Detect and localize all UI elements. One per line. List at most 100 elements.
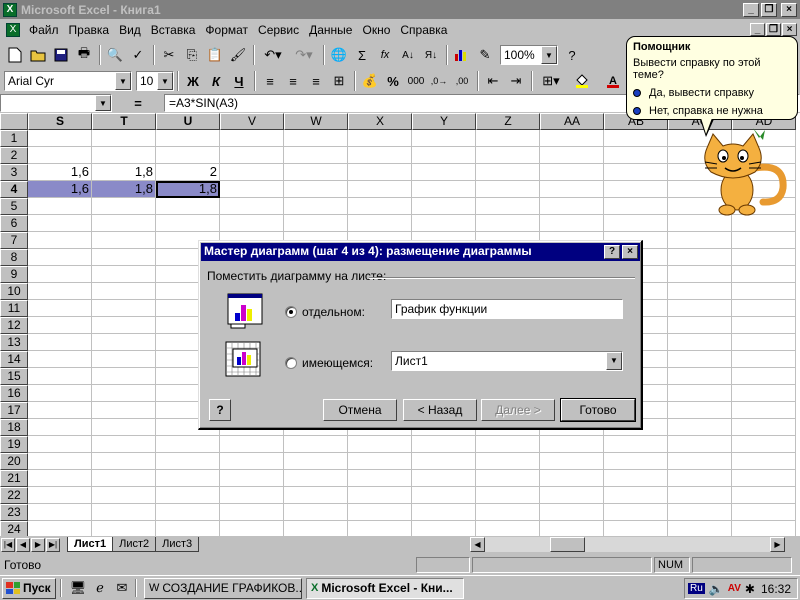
align-right-icon[interactable]: ≡	[305, 70, 327, 92]
grid-cell[interactable]	[92, 385, 156, 402]
open-folder-icon[interactable]	[27, 44, 49, 66]
grid-cell[interactable]	[604, 521, 668, 536]
menu-edit[interactable]: Правка	[64, 23, 115, 37]
grid-cell[interactable]	[92, 232, 156, 249]
menu-data[interactable]: Данные	[304, 23, 357, 37]
grid-cell[interactable]	[668, 351, 732, 368]
grid-cell[interactable]	[732, 521, 796, 536]
row-header[interactable]: 16	[0, 385, 28, 402]
increase-decimal-icon[interactable]: ,0→	[428, 70, 450, 92]
separate-sheet-name-input[interactable]: График функции	[391, 299, 623, 319]
antivirus-icon[interactable]: AV	[728, 583, 741, 594]
column-header[interactable]: W	[284, 113, 348, 130]
grid-cell[interactable]	[412, 487, 476, 504]
bold-button[interactable]: Ж	[182, 70, 204, 92]
column-header[interactable]: X	[348, 113, 412, 130]
print-icon[interactable]: 🖶	[73, 44, 95, 66]
grid-cell[interactable]	[476, 130, 540, 147]
grid-cell[interactable]	[668, 521, 732, 536]
grid-cell[interactable]	[668, 334, 732, 351]
grid-cell[interactable]	[92, 368, 156, 385]
underline-button[interactable]: Ч	[228, 70, 250, 92]
grid-cell[interactable]	[412, 130, 476, 147]
scroll-left-icon[interactable]: ◀	[470, 537, 485, 552]
grid-cell[interactable]	[476, 215, 540, 232]
spelling-icon[interactable]: ✓	[127, 44, 149, 66]
grid-cell[interactable]	[668, 249, 732, 266]
assistant-cat-icon[interactable]	[695, 128, 790, 218]
grid-cell[interactable]	[284, 215, 348, 232]
grid-cell[interactable]	[348, 198, 412, 215]
grid-cell[interactable]	[92, 436, 156, 453]
grid-cell[interactable]	[604, 504, 668, 521]
last-sheet-icon[interactable]: ▶|	[46, 537, 60, 552]
thousands-button[interactable]: 000	[405, 70, 427, 92]
grid-cell[interactable]	[92, 300, 156, 317]
grid-cell[interactable]	[604, 453, 668, 470]
chart-wizard-icon[interactable]	[451, 44, 473, 66]
language-indicator[interactable]: Ru	[688, 583, 705, 594]
grid-cell[interactable]: 1,8	[156, 181, 220, 198]
grid-cell[interactable]	[412, 470, 476, 487]
workbook-close-button[interactable]: ×	[782, 23, 797, 36]
scroll-thumb[interactable]	[550, 537, 585, 552]
grid-cell[interactable]	[604, 164, 668, 181]
grid-cell[interactable]	[28, 232, 92, 249]
grid-cell[interactable]	[668, 368, 732, 385]
sheet-tab-3[interactable]: Лист3	[155, 537, 200, 552]
first-sheet-icon[interactable]: |◀	[1, 537, 15, 552]
help-icon[interactable]: ?	[561, 44, 583, 66]
row-header[interactable]: 20	[0, 453, 28, 470]
menu-view[interactable]: Вид	[114, 23, 146, 37]
grid-cell[interactable]	[540, 436, 604, 453]
sheet-tab-2[interactable]: Лист2	[112, 537, 157, 552]
grid-cell[interactable]	[92, 317, 156, 334]
grid-cell[interactable]	[348, 453, 412, 470]
grid-cell[interactable]	[668, 317, 732, 334]
dialog-close-button[interactable]: ×	[622, 245, 638, 259]
grid-cell[interactable]	[156, 198, 220, 215]
grid-cell[interactable]	[156, 504, 220, 521]
grid-cell[interactable]	[732, 470, 796, 487]
grid-cell[interactable]	[156, 215, 220, 232]
grid-cell[interactable]	[220, 181, 284, 198]
grid-cell[interactable]	[284, 164, 348, 181]
cancel-button[interactable]: Отмена	[323, 399, 397, 421]
radio-circle[interactable]	[285, 306, 297, 318]
workbook-restore-button[interactable]: ❐	[766, 23, 781, 36]
grid-cell[interactable]	[732, 317, 796, 334]
grid-cell[interactable]: 1,8	[92, 164, 156, 181]
merge-center-icon[interactable]: ⊞	[328, 70, 350, 92]
grid-cell[interactable]	[220, 504, 284, 521]
internet-explorer-icon[interactable]: ℯ	[91, 579, 109, 597]
column-header[interactable]: T	[92, 113, 156, 130]
web-globe-icon[interactable]: 🌐	[328, 44, 350, 66]
grid-cell[interactable]	[28, 300, 92, 317]
grid-cell[interactable]	[348, 470, 412, 487]
workbook-icon[interactable]: X	[6, 23, 20, 37]
function-icon[interactable]: fx	[374, 44, 396, 66]
grid-cell[interactable]	[732, 385, 796, 402]
task-excel[interactable]: X Microsoft Excel - Кни...	[306, 577, 464, 599]
grid-cell[interactable]	[604, 181, 668, 198]
grid-cell[interactable]	[732, 436, 796, 453]
grid-cell[interactable]	[668, 402, 732, 419]
row-header[interactable]: 2	[0, 147, 28, 164]
grid-cell[interactable]	[156, 436, 220, 453]
undo-icon[interactable]: ↶▾	[258, 44, 288, 66]
grid-cell[interactable]	[476, 470, 540, 487]
redo-icon[interactable]: ↷▾	[289, 44, 319, 66]
task-word-document[interactable]: W СОЗДАНИЕ ГРАФИКОВ...	[144, 577, 302, 599]
grid-cell[interactable]	[412, 215, 476, 232]
save-disk-icon[interactable]	[50, 44, 72, 66]
new-document-icon[interactable]	[4, 44, 26, 66]
grid-cell[interactable]	[348, 147, 412, 164]
workbook-minimize-button[interactable]: _	[750, 23, 765, 36]
chevron-down-icon[interactable]: ▼	[95, 95, 111, 111]
row-header[interactable]: 21	[0, 470, 28, 487]
row-header[interactable]: 7	[0, 232, 28, 249]
grid-cell[interactable]	[28, 504, 92, 521]
grid-cell[interactable]	[540, 130, 604, 147]
chevron-down-icon[interactable]: ▼	[157, 72, 173, 90]
grid-cell[interactable]	[220, 130, 284, 147]
